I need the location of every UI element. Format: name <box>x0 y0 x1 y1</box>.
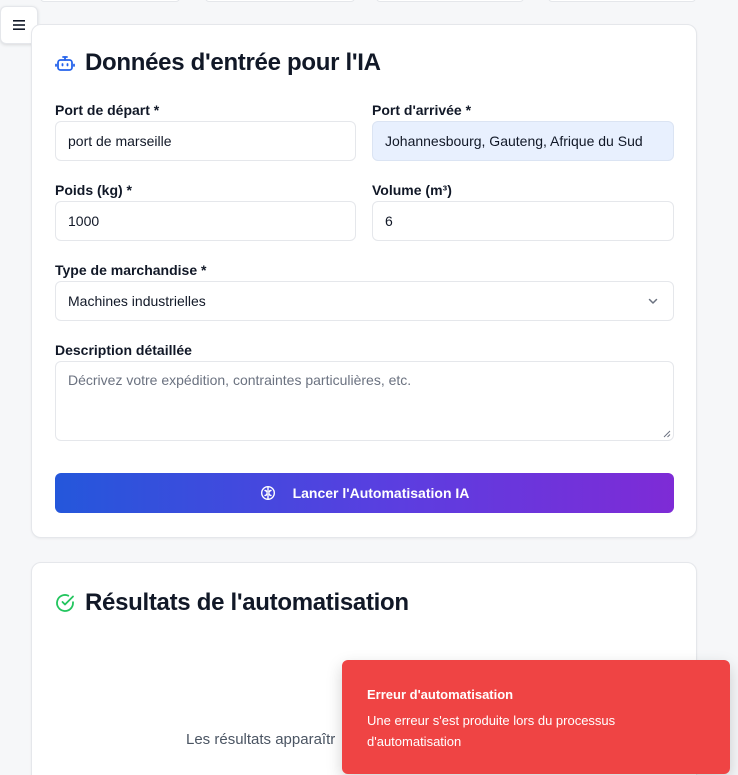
menu-icon <box>13 20 25 30</box>
arrival-port-input[interactable]: Johannesbourg, Gauteng, Afrique du Sud <box>372 121 674 161</box>
launch-ai-automation-button[interactable]: Lancer l'Automatisation IA <box>55 473 674 513</box>
description-label: Description détaillée <box>55 342 192 358</box>
ai-input-card-header: Données d'entrée pour l'IA <box>55 49 381 77</box>
departure-port-label: Port de départ * <box>55 102 160 118</box>
arrival-port-label: Port d'arrivée * <box>372 102 472 118</box>
resize-handle-icon[interactable] <box>663 430 671 438</box>
top-card-stub <box>205 0 355 2</box>
automation-results-header: Résultats de l'automatisation <box>55 589 409 617</box>
top-card-stub <box>376 0 524 2</box>
weight-input[interactable]: 1000 <box>55 201 356 241</box>
error-toast-message: Une erreur s'est produite lors du proces… <box>367 713 616 749</box>
page: Données d'entrée pour l'IA Port de dépar… <box>0 0 738 775</box>
goods-type-label: Type de marchandise * <box>55 262 207 278</box>
volume-input[interactable]: 6 <box>372 201 674 241</box>
chevron-down-icon <box>648 298 658 304</box>
ai-input-card-title: Données d'entrée pour l'IA <box>85 49 381 76</box>
results-empty-state-text: Les résultats apparaîtr <box>186 731 336 748</box>
error-toast-title: Erreur d'automatisation <box>367 687 514 702</box>
weight-label: Poids (kg) * <box>55 182 133 198</box>
automation-results-title: Résultats de l'automatisation <box>85 589 409 616</box>
ai-input-card: Données d'entrée pour l'IA Port de dépar… <box>31 24 697 538</box>
top-card-stub <box>40 0 180 2</box>
goods-type-select[interactable]: Machines industrielles <box>55 281 674 321</box>
error-toast[interactable]: Erreur d'automatisation Une erreur s'est… <box>342 660 730 774</box>
goods-type-selected-value: Machines industrielles <box>68 293 206 309</box>
check-circle-icon <box>55 593 75 613</box>
launch-ai-automation-label: Lancer l'Automatisation IA <box>292 485 470 501</box>
robot-icon <box>55 53 75 73</box>
description-textarea[interactable] <box>55 361 674 441</box>
top-card-stub <box>548 0 696 2</box>
volume-label: Volume (m³) <box>372 182 452 198</box>
departure-port-input[interactable]: port de marseille <box>55 121 356 161</box>
brain-icon <box>260 485 276 501</box>
